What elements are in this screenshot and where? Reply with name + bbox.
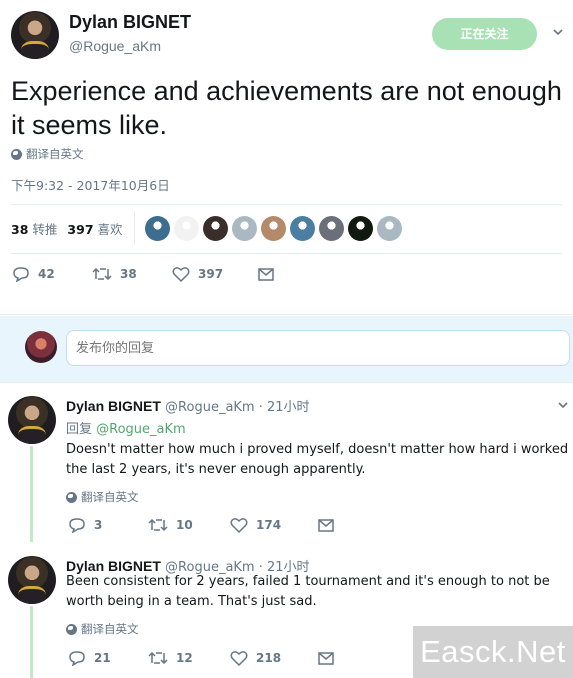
liker-avatar[interactable] — [174, 216, 199, 241]
divider — [11, 253, 562, 254]
replying-to: 回复 @Rogue_aKm — [66, 422, 186, 437]
tweet-timestamp[interactable]: 下午9:32 - 2017年10月6日 — [11, 175, 170, 194]
envelope-icon — [258, 267, 274, 281]
heart-icon — [230, 518, 248, 533]
reply-tweet: Dylan BIGNET @Rogue_aKm · 21小时 回复 @Rogue… — [0, 384, 573, 542]
tweet-actions: 42 38 397 — [12, 266, 274, 282]
liker-avatar[interactable] — [261, 216, 286, 241]
watermark: Easck.Net — [413, 626, 573, 678]
globe-icon — [11, 148, 22, 160]
author-avatar[interactable] — [8, 556, 56, 604]
liker-avatar[interactable] — [377, 216, 402, 241]
like-action[interactable]: 174 — [230, 517, 318, 533]
reply-actions: 21 12 218 — [68, 650, 334, 666]
reply-count: 3 — [94, 518, 103, 532]
like-count: 397 — [198, 267, 224, 281]
reply-count: 42 — [38, 267, 55, 281]
divider — [134, 211, 135, 245]
globe-icon — [66, 623, 77, 635]
heart-icon — [172, 267, 190, 282]
heart-icon — [230, 651, 248, 666]
retweet-icon — [148, 651, 168, 665]
translate-link[interactable]: 翻译自英文 — [11, 146, 84, 162]
liker-avatar[interactable] — [319, 216, 344, 241]
retweet-count: 38 — [120, 267, 137, 281]
reply-count: 21 — [94, 651, 111, 665]
reply-actions: 3 10 174 — [68, 517, 334, 533]
translate-label: 翻译自英文 — [81, 490, 139, 504]
like-count: 174 — [256, 518, 282, 532]
retweet-count: 12 — [176, 651, 193, 665]
reply-input[interactable] — [66, 330, 570, 366]
like-action[interactable]: 397 — [172, 266, 258, 282]
reply-text: Been consistent for 2 years, failed 1 to… — [66, 574, 550, 609]
reply-action[interactable]: 21 — [68, 650, 148, 666]
reply-action[interactable]: 42 — [12, 266, 92, 282]
author-handle[interactable]: @Rogue_aKm — [165, 400, 255, 415]
chevron-down-icon[interactable] — [558, 400, 568, 410]
main-tweet: Dylan BIGNET @Rogue_aKm 正在关注 Experience … — [0, 0, 573, 315]
thread-line — [30, 446, 33, 542]
author-display-name[interactable]: Dylan BIGNET — [66, 398, 161, 414]
author-display-name[interactable]: Dylan BIGNET — [69, 12, 191, 33]
retweet-action[interactable]: 38 — [92, 266, 172, 282]
translate-label: 翻译自英文 — [81, 622, 139, 636]
likes-stat[interactable]: 397 喜欢 — [67, 219, 122, 238]
reply-time[interactable]: · 21小时 — [259, 400, 310, 415]
reply-icon — [13, 267, 29, 282]
divider — [11, 204, 562, 205]
translate-label: 翻译自英文 — [26, 147, 84, 161]
direct-message-action[interactable] — [258, 267, 274, 281]
liker-avatar[interactable] — [348, 216, 373, 241]
liker-avatars — [145, 216, 402, 241]
retweet-action[interactable]: 10 — [148, 517, 230, 533]
reply-action[interactable]: 3 — [68, 517, 148, 533]
globe-icon — [66, 491, 77, 503]
chevron-down-icon[interactable] — [553, 27, 563, 37]
envelope-icon — [318, 651, 334, 665]
reply-text: Doesn't matter how much i proved myself,… — [66, 442, 569, 477]
retweets-stat[interactable]: 38 转推 — [11, 219, 57, 238]
direct-message-action[interactable] — [318, 651, 334, 665]
liker-avatar[interactable] — [145, 216, 170, 241]
liker-avatar[interactable] — [290, 216, 315, 241]
liker-avatar[interactable] — [203, 216, 228, 241]
tweet-stats: 38 转推 397 喜欢 — [11, 219, 123, 238]
direct-message-action[interactable] — [318, 518, 334, 532]
author-handle[interactable]: @Rogue_aKm — [69, 38, 161, 54]
tweet-text: Experience and achievements are not enou… — [11, 76, 562, 140]
reply-icon — [69, 651, 85, 666]
current-user-avatar — [25, 331, 57, 363]
reply-composer — [0, 316, 573, 383]
reply-icon — [69, 518, 85, 533]
retweet-icon — [92, 267, 112, 281]
author-avatar[interactable] — [11, 11, 59, 59]
reply-header: Dylan BIGNET @Rogue_aKm · 21小时 — [66, 396, 310, 415]
translate-link[interactable]: 翻译自英文 — [66, 621, 139, 637]
liker-avatar[interactable] — [232, 216, 257, 241]
replying-to-handle-link[interactable]: @Rogue_aKm — [96, 422, 186, 437]
envelope-icon — [318, 518, 334, 532]
retweet-action[interactable]: 12 — [148, 650, 230, 666]
like-count: 218 — [256, 651, 282, 665]
translate-link[interactable]: 翻译自英文 — [66, 489, 139, 505]
following-button[interactable]: 正在关注 — [432, 18, 537, 50]
thread-line — [30, 606, 33, 678]
like-action[interactable]: 218 — [230, 650, 318, 666]
retweet-count: 10 — [176, 518, 193, 532]
retweet-icon — [148, 518, 168, 532]
author-avatar[interactable] — [8, 396, 56, 444]
